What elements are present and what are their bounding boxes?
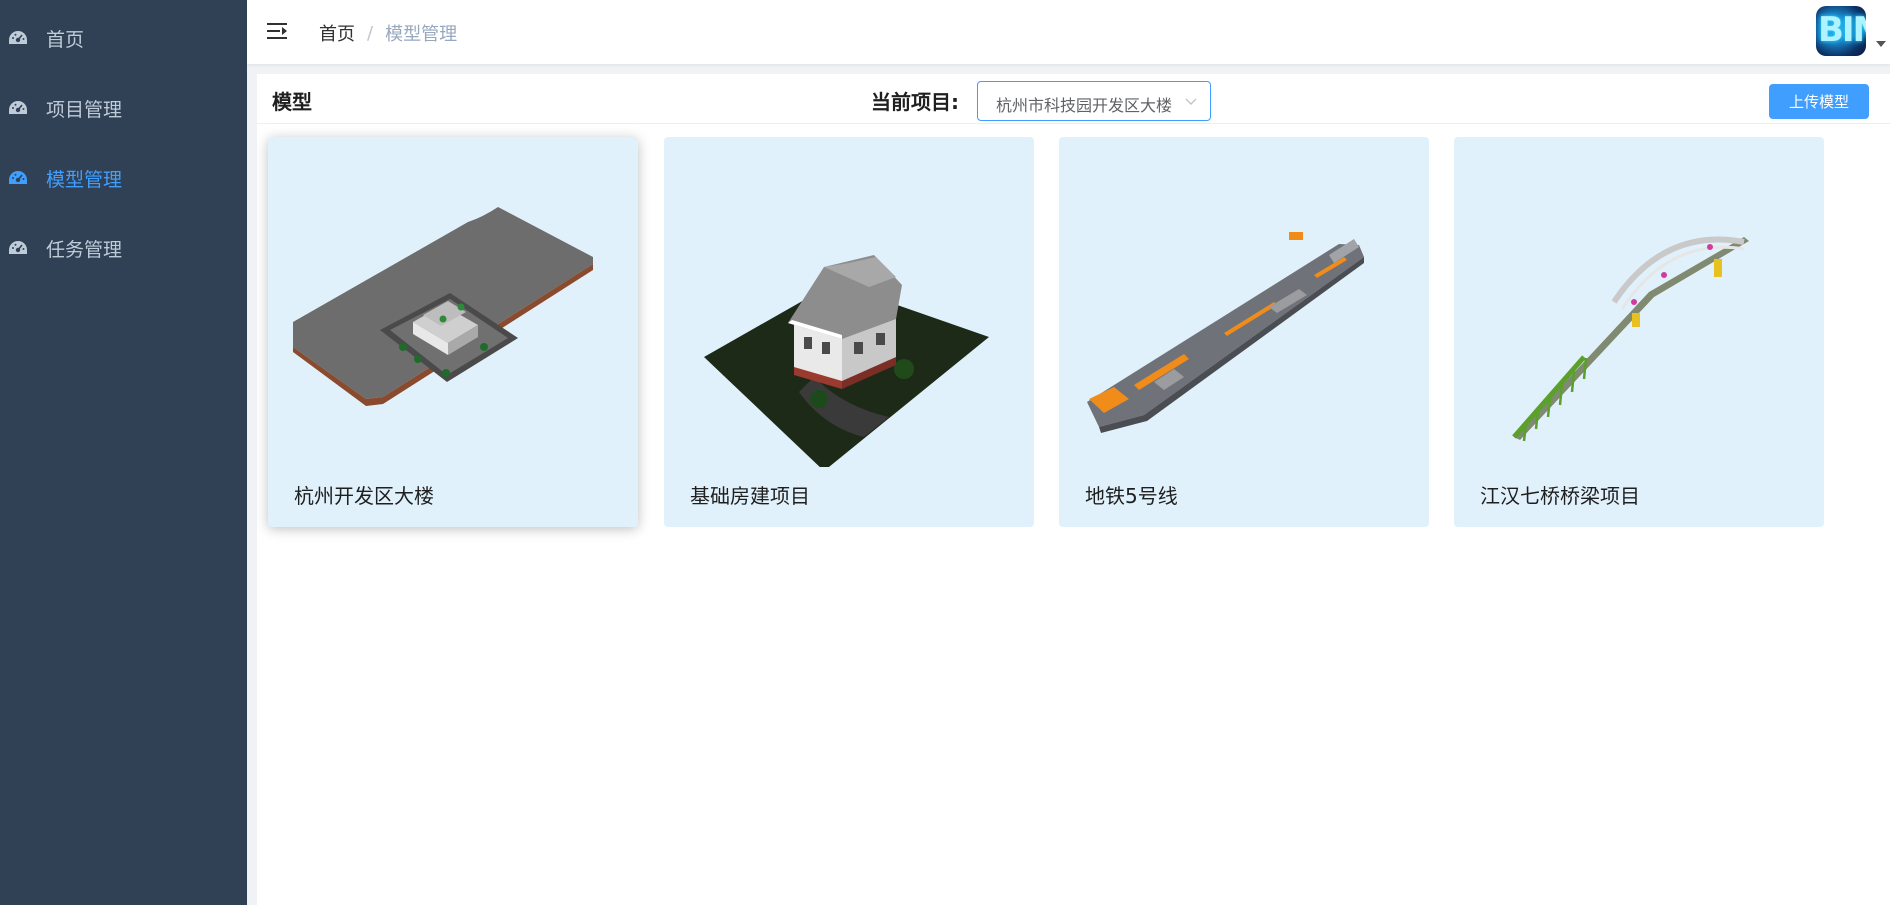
page-title: 模型 — [272, 90, 312, 114]
sidebar-item-label: 首页 — [46, 28, 85, 51]
breadcrumb: 首页 / 模型管理 — [319, 20, 457, 46]
dashboard-icon — [9, 31, 27, 44]
sidebar: 首页 项目管理 模型管理 任务管理 — [0, 0, 247, 905]
sidebar-item-label: 项目管理 — [46, 98, 123, 121]
sidebar-item-label: 任务管理 — [46, 238, 123, 261]
project-select[interactable]: 杭州市科技园开发区大楼 — [977, 81, 1211, 121]
model-card[interactable]: 江汉七桥桥梁项目 — [1454, 137, 1824, 527]
breadcrumb-home[interactable]: 首页 — [319, 20, 355, 46]
bridge-model-thumbnail — [1512, 236, 1749, 442]
dashboard-icon — [9, 171, 27, 184]
model-card-name: 基础房建项目 — [690, 484, 810, 508]
navbar: 首页 / 模型管理 BIM — [247, 0, 1890, 64]
panel-header: 模型 当前项目: 杭州市科技园开发区大楼 上传模型 — [257, 74, 1890, 124]
house-model-thumbnail — [704, 255, 989, 467]
subway-model-thumbnail — [1087, 232, 1364, 433]
project-select-value: 杭州市科技园开发区大楼 — [996, 96, 1173, 115]
app-root: 首页 项目管理 模型管理 任务管理 首页 / 模型管理 BI 模型 当前项目: … — [0, 0, 1890, 905]
sidebar-item-home[interactable]: 首页 — [0, 3, 247, 73]
sidebar-item-models[interactable]: 模型管理 — [0, 143, 247, 213]
model-card[interactable]: 地铁5号线 — [1059, 137, 1429, 527]
model-card-name: 杭州开发区大楼 — [294, 484, 434, 508]
model-card-name: 江汉七桥桥梁项目 — [1480, 484, 1640, 508]
upload-model-button[interactable]: 上传模型 — [1769, 84, 1869, 119]
chevron-down-icon — [1185, 98, 1197, 105]
breadcrumb-current: 模型管理 — [385, 24, 458, 45]
caret-down-icon[interactable] — [1876, 41, 1886, 47]
avatar-logo-text: BIM — [1818, 10, 1866, 50]
hamburger-icon[interactable] — [267, 21, 289, 41]
breadcrumb-separator: / — [367, 22, 374, 44]
sidebar-item-tasks[interactable]: 任务管理 — [0, 213, 247, 283]
dashboard-icon — [9, 241, 27, 254]
model-card-name: 地铁5号线 — [1085, 484, 1178, 508]
model-card[interactable]: 基础房建项目 — [664, 137, 1034, 527]
sidebar-item-projects[interactable]: 项目管理 — [0, 73, 247, 143]
avatar[interactable]: BIM — [1816, 6, 1866, 56]
model-card[interactable]: 杭州开发区大楼 — [268, 137, 638, 527]
building-model-thumbnail — [293, 207, 593, 406]
sidebar-item-label: 模型管理 — [46, 168, 123, 191]
dashboard-icon — [9, 101, 27, 114]
project-select-label: 当前项目: — [871, 90, 959, 114]
